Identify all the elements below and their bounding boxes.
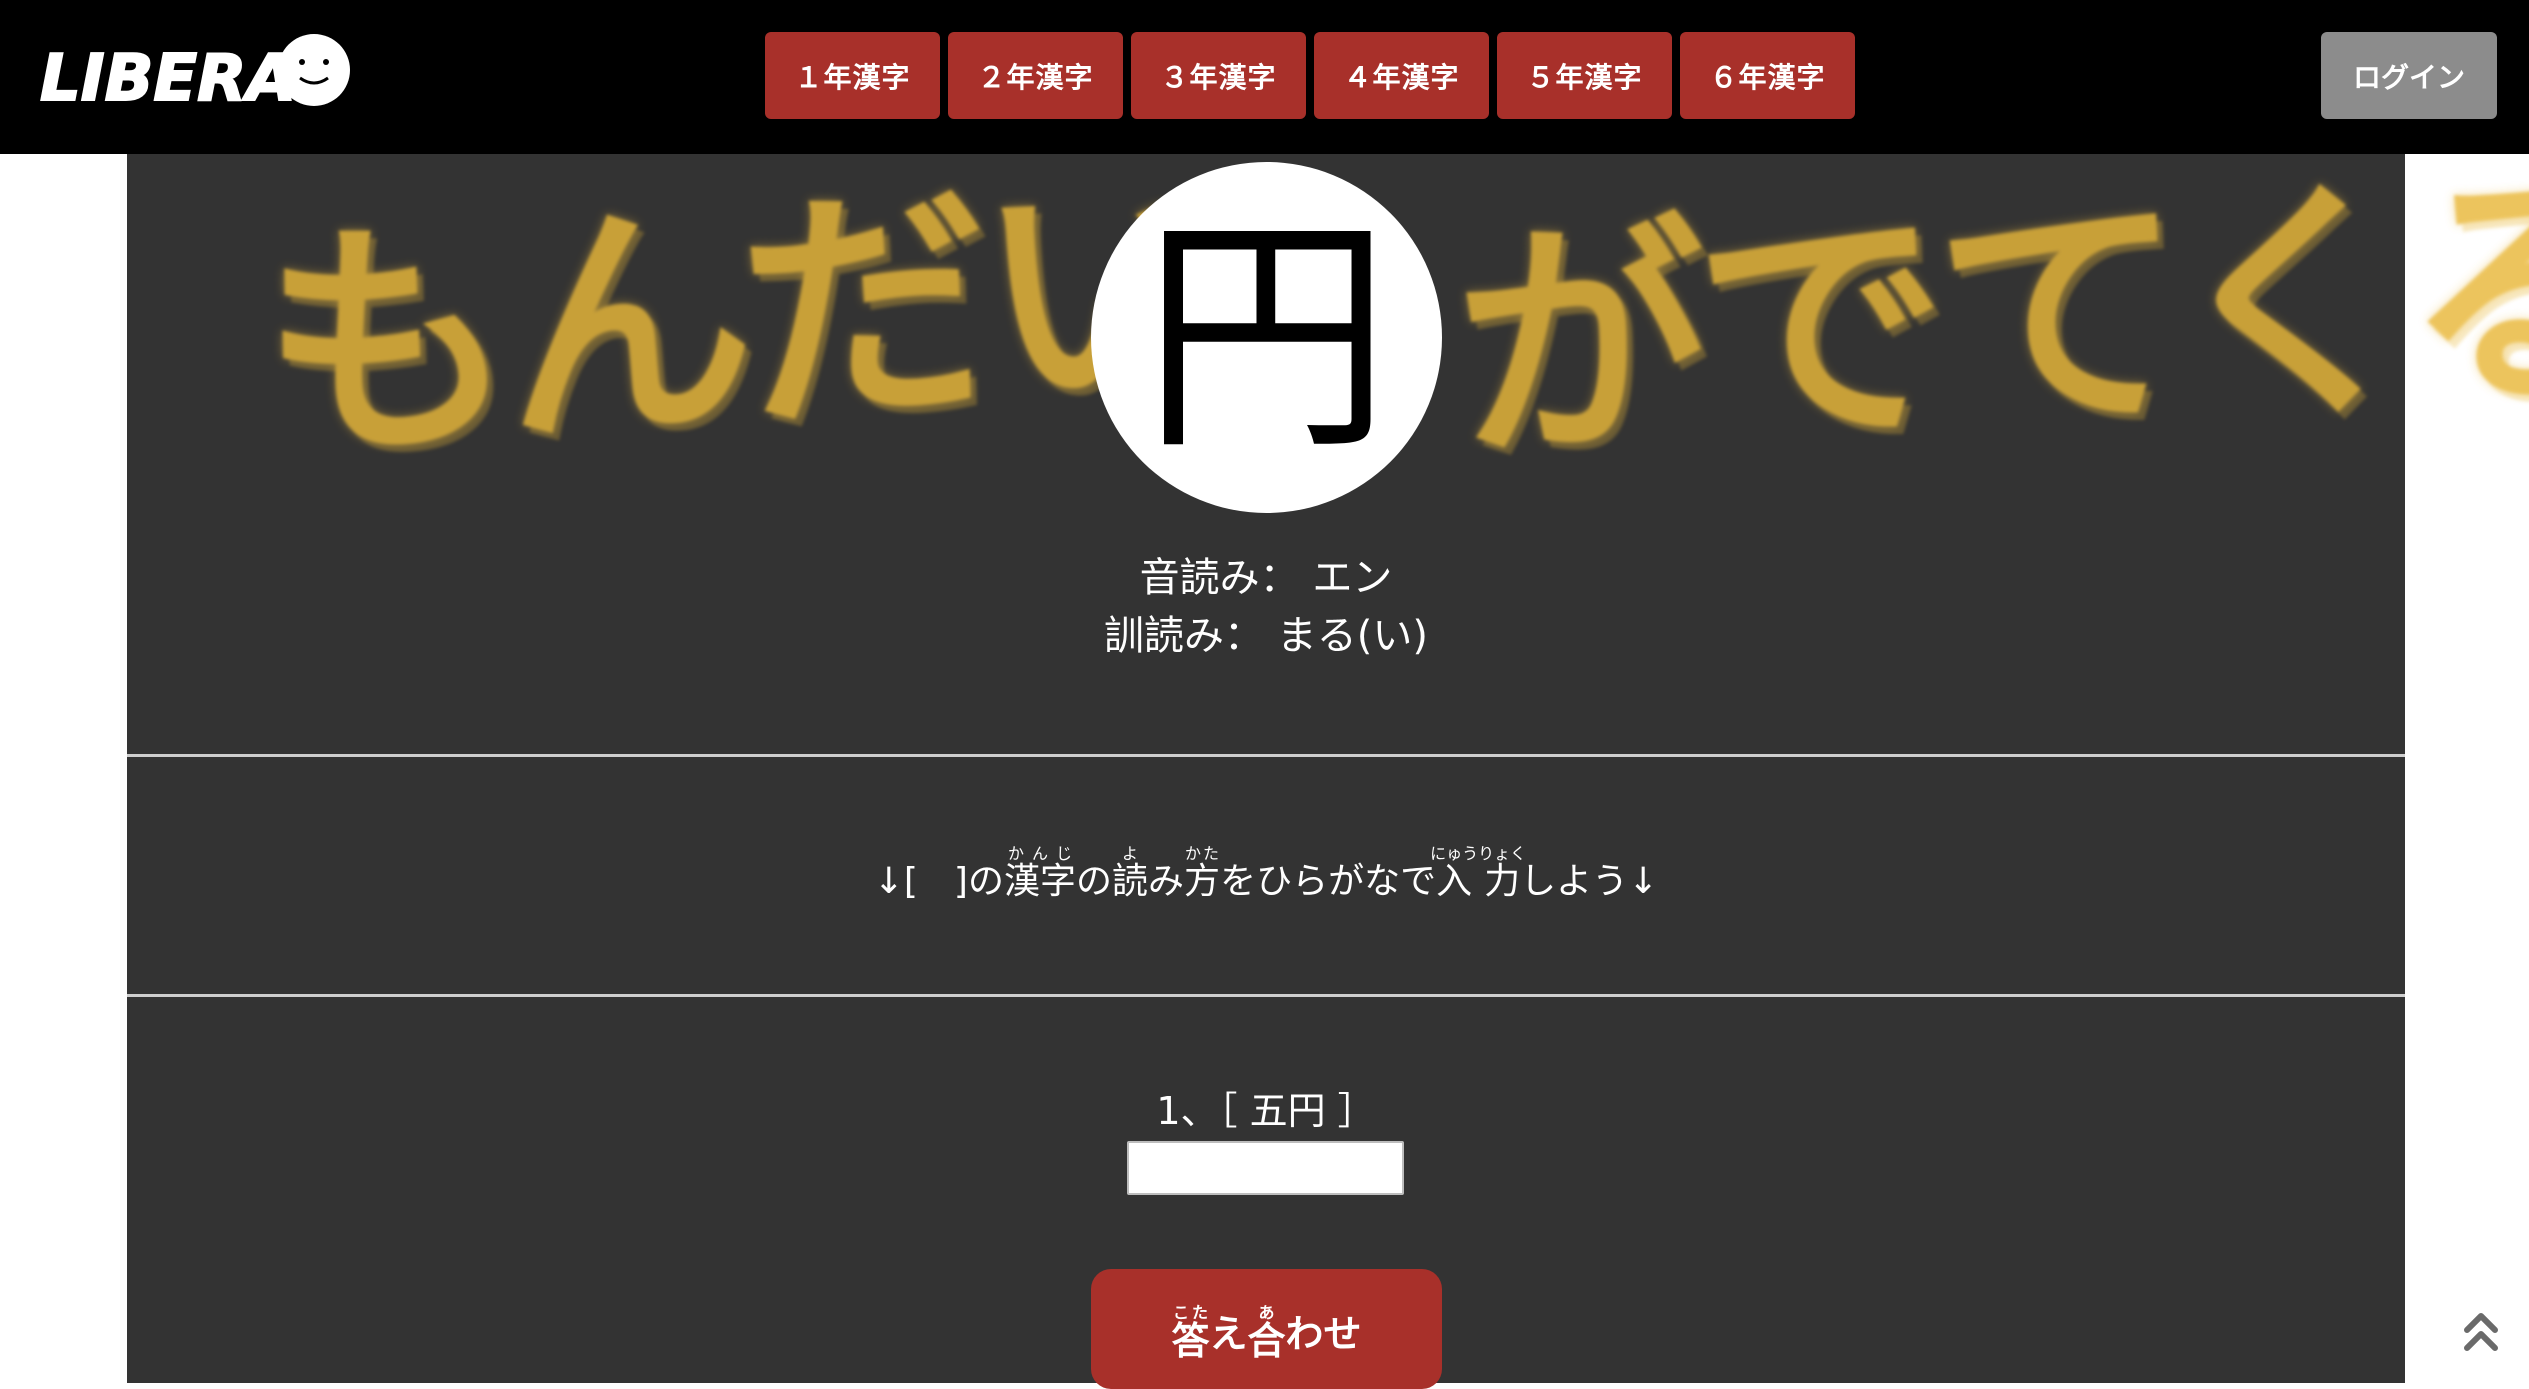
kanji-character: 円: [1141, 191, 1392, 483]
nav-grade-2-button[interactable]: ２年漢字: [948, 32, 1123, 119]
check-awase-kanji: 合: [1247, 1319, 1286, 1363]
instruction-kanji-word: 漢字: [1003, 861, 1076, 902]
hero-section: もんだい がでてくる 円 音読み： エン 訓読み： まる(い): [127, 139, 2529, 754]
ruby-kotae-reading: こた: [1171, 1303, 1210, 1322]
check-answer-button[interactable]: 答こたえ合あ わせ: [1091, 1269, 1442, 1389]
login-button[interactable]: ログイン: [2321, 32, 2497, 119]
ruby-nyuuryoku-reading: にゅうりょく: [1430, 844, 1527, 863]
nav-grade-1-button[interactable]: １年漢字: [765, 32, 940, 119]
double-chevron-up-icon[interactable]: [2461, 1306, 2501, 1356]
instruction-text: ↓[ ]の漢字かんじの読よみ方かたをひらがなで入力にゅうりょくしよう↓: [127, 844, 2405, 907]
instruction-mi: み: [1148, 861, 1185, 902]
kanji-display: 円: [1091, 162, 1442, 513]
ruby-kanji-word: 漢字かんじ: [1003, 844, 1076, 902]
ruby-awase-reading: あ: [1247, 1303, 1286, 1322]
arrow-down-right: ↓: [1628, 861, 1659, 902]
site-logo[interactable]: LIBERAL: [36, 28, 356, 120]
logo-graphic: LIBERAL: [39, 34, 350, 117]
quiz-panel: もんだい がでてくる 円 音読み： エン 訓読み： まる(い) ↓[ ]の漢字か…: [127, 139, 2529, 1389]
ruby-kotae: 答こた: [1171, 1303, 1209, 1365]
instruction-yomi-kanji: 読: [1112, 861, 1149, 902]
section-divider-bottom: [127, 994, 2405, 997]
section-divider-top: [127, 754, 2405, 757]
nav-grade-3-button[interactable]: ３年漢字: [1131, 32, 1306, 119]
instruction-ending: しよう: [1520, 861, 1629, 902]
ruby-awase: 合あ: [1248, 1303, 1286, 1365]
ruby-nyuuryoku: 入力にゅうりょく: [1430, 844, 1526, 902]
question-label: 1、［ 五円 ］: [1156, 1089, 1376, 1133]
check-e: え: [1209, 1312, 1248, 1356]
hero-brush-text-left: もんだい: [252, 139, 1231, 498]
ruby-kata-reading: かた: [1184, 844, 1221, 863]
blank-bracket: [ ]: [903, 861, 968, 902]
site-header: LIBERAL １年漢字 ２年漢字 ３年漢字 ４年漢字 ５年漢字 ６年漢字 ログ…: [0, 0, 2529, 154]
ruby-kanji-word-reading: かんじ: [1003, 844, 1076, 863]
instruction-particle: の: [967, 861, 1004, 902]
on-reading: 音読み： エン: [1139, 555, 1393, 601]
nav-grade-5-button[interactable]: ５年漢字: [1497, 32, 1672, 119]
instruction-middle: をひらがなで: [1220, 861, 1437, 902]
instruction-nyuuryoku-kanji: 入力: [1430, 861, 1527, 902]
instruction-kata-kanji: 方: [1184, 861, 1221, 902]
ruby-yomi: 読よ: [1112, 844, 1149, 902]
ruby-yomi-reading: よ: [1112, 844, 1149, 863]
arrow-down-left: ↓: [873, 861, 904, 902]
grade-nav: １年漢字 ２年漢字 ３年漢字 ４年漢字 ５年漢字 ６年漢字: [765, 32, 1855, 119]
nav-grade-6-button[interactable]: ６年漢字: [1680, 32, 1855, 119]
check-kotae-kanji: 答: [1171, 1319, 1210, 1363]
instruction-particle: の: [1076, 861, 1113, 902]
hero-brush-text-right: がでてくる: [1450, 142, 2529, 495]
ruby-kata: 方かた: [1184, 844, 1221, 902]
answer-input[interactable]: [1127, 1141, 1404, 1195]
check-wase: わせ: [1285, 1312, 1362, 1356]
nav-grade-4-button[interactable]: ４年漢字: [1314, 32, 1489, 119]
kun-reading: 訓読み： まる(い): [1104, 613, 1428, 659]
